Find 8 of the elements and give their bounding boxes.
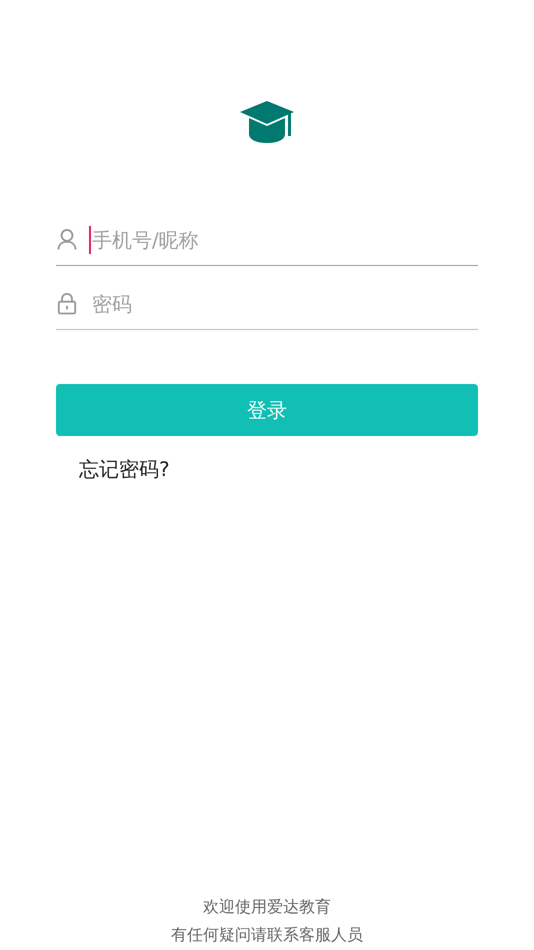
footer-text: 欢迎使用爱达教育	[203, 896, 331, 918]
input-field[interactable]: 手机号/昵称	[91, 228, 478, 252]
forgot-password-link[interactable]: 忘记密码?	[79, 456, 170, 483]
user-icon	[57, 228, 77, 251]
footer-text: 有任何疑问请联系客服人员	[171, 924, 363, 946]
graduation-cap-icon	[239, 100, 295, 144]
input-field[interactable]: 密码	[91, 292, 478, 316]
lock-icon	[57, 292, 77, 315]
